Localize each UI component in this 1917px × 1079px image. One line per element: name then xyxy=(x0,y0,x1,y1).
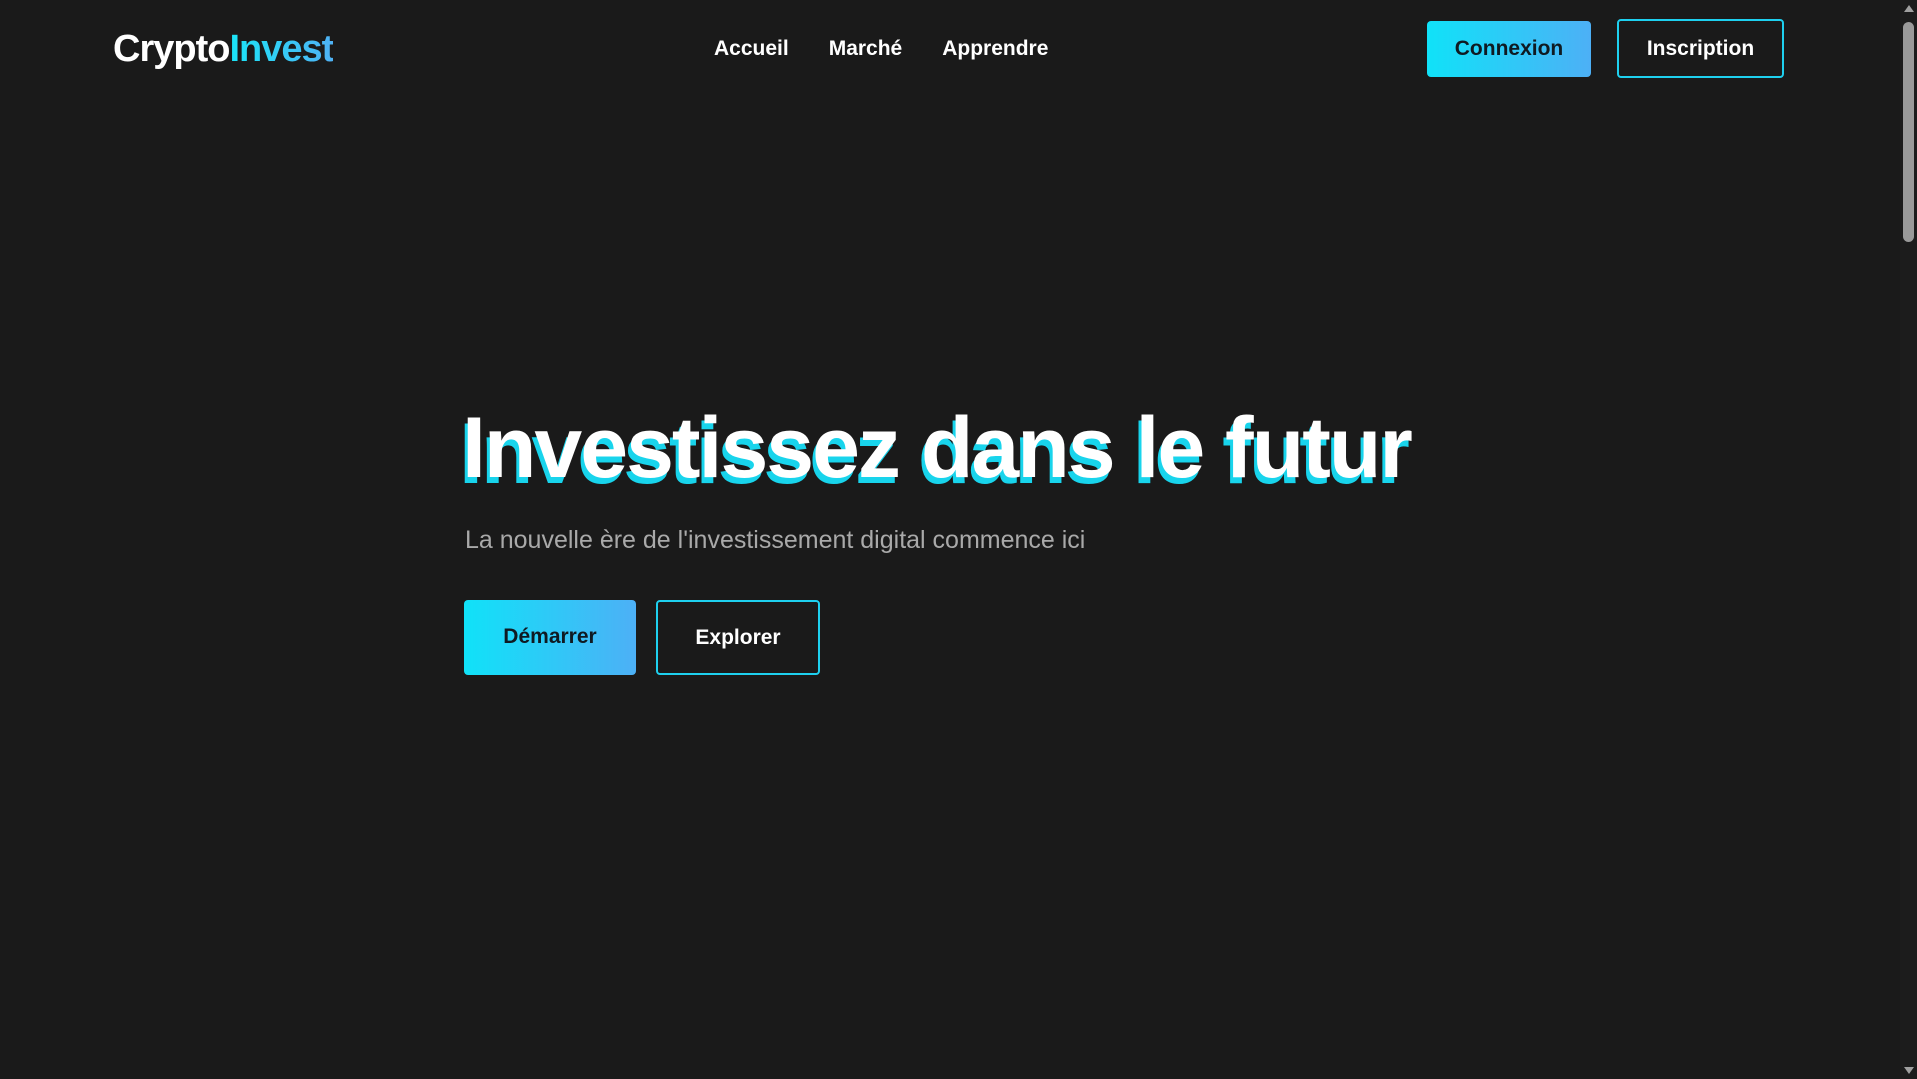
scrollbar-thumb[interactable] xyxy=(1903,22,1914,242)
start-button[interactable]: Démarrer xyxy=(464,600,636,675)
login-button[interactable]: Connexion xyxy=(1427,21,1591,77)
nav-item-accueil[interactable]: Accueil xyxy=(714,36,789,62)
scroll-up-arrow-icon[interactable] xyxy=(1904,5,1914,12)
main-nav: Accueil Marché Apprendre xyxy=(714,36,1048,62)
logo[interactable]: CryptoInvest xyxy=(113,24,334,74)
logo-text-crypto: Crypto xyxy=(113,28,230,70)
scroll-down-arrow-icon[interactable] xyxy=(1904,1067,1914,1074)
vertical-scrollbar[interactable] xyxy=(1900,0,1917,1079)
nav-item-marche[interactable]: Marché xyxy=(829,36,903,62)
hero-title: Investissez dans le futur xyxy=(462,400,1413,496)
explore-button[interactable]: Explorer xyxy=(656,600,820,675)
signup-button[interactable]: Inscription xyxy=(1617,19,1784,78)
page: CryptoInvest Accueil Marché Apprendre Co… xyxy=(0,0,1917,1079)
nav-item-apprendre[interactable]: Apprendre xyxy=(942,36,1048,62)
logo-text-invest: Invest xyxy=(229,28,334,70)
hero-subtitle: La nouvelle ère de l'investissement digi… xyxy=(465,526,1086,554)
